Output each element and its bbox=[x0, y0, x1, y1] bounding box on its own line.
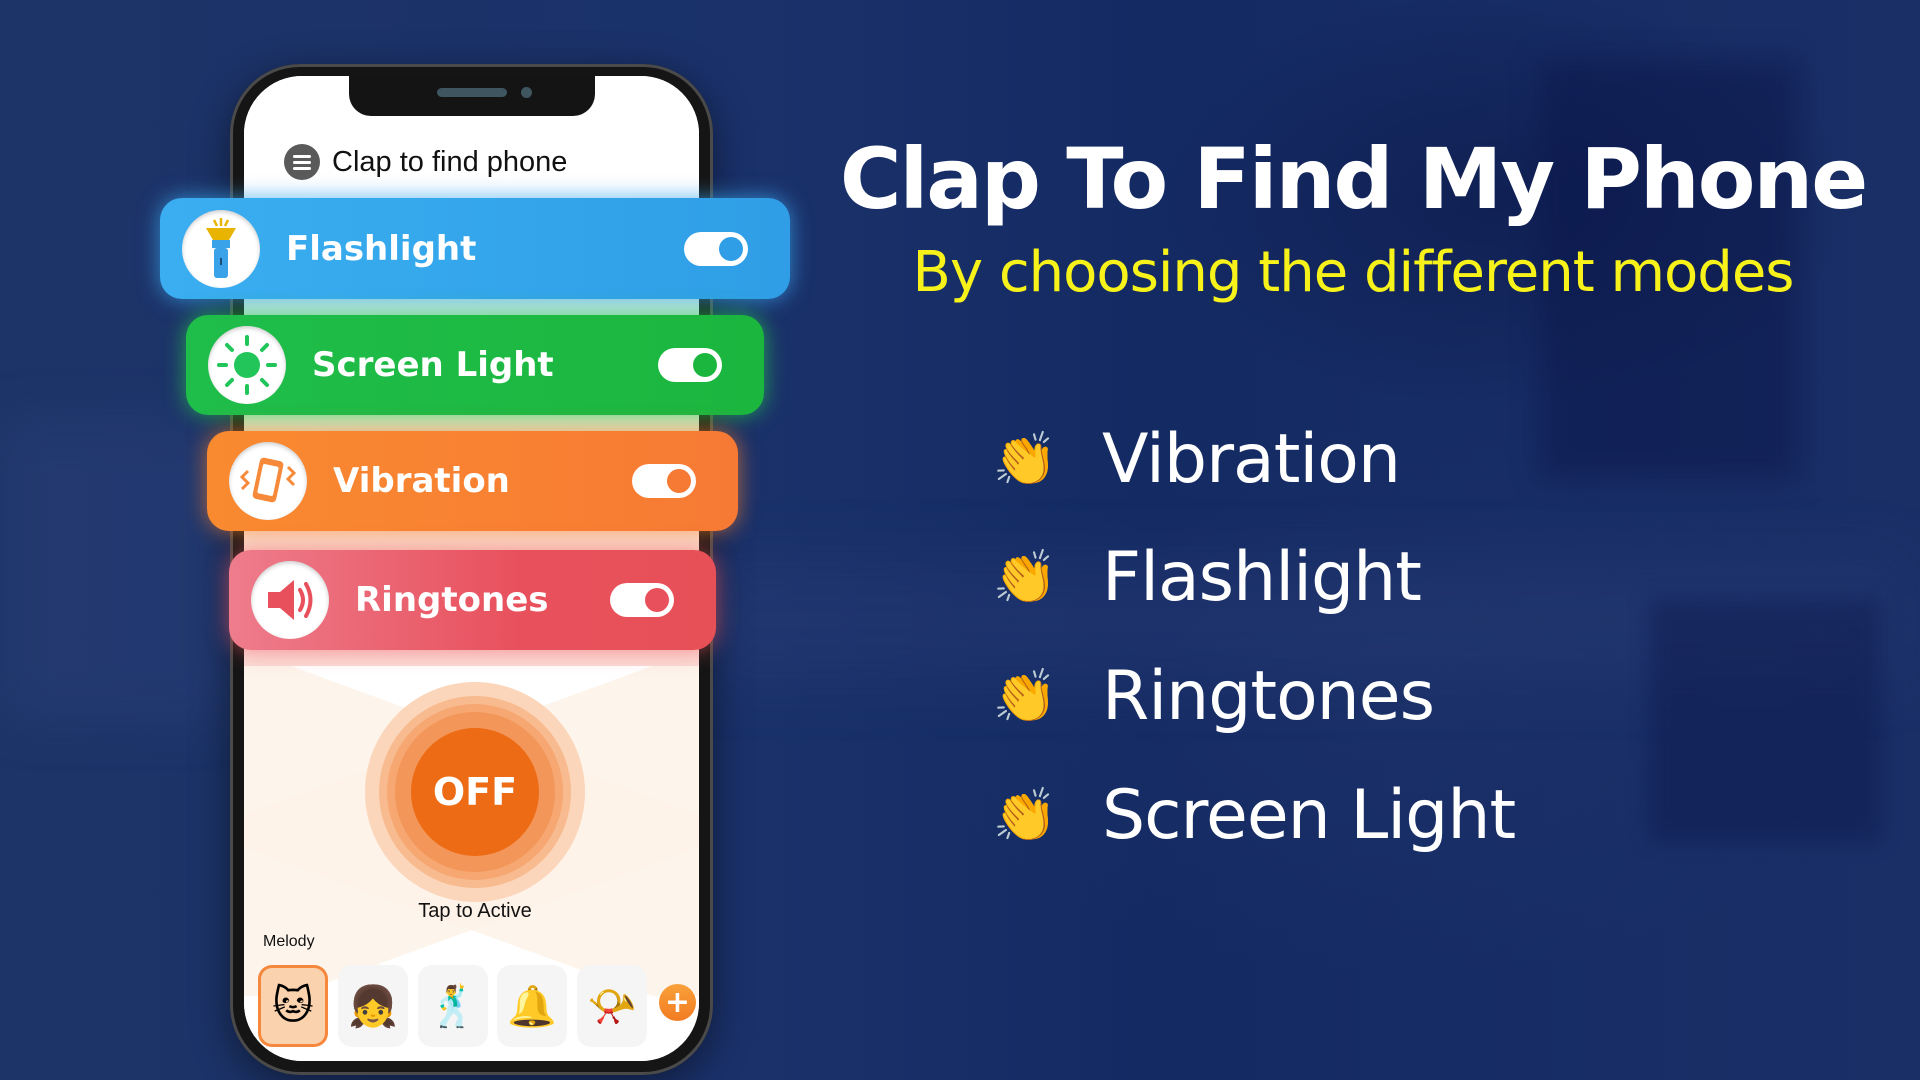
melody-tile-girl[interactable]: 👧 bbox=[338, 965, 408, 1047]
speaker-grille bbox=[437, 88, 507, 97]
flashlight-icon bbox=[182, 209, 260, 288]
phone-notch bbox=[349, 76, 595, 116]
clapping-hands-icon: 👏 bbox=[992, 786, 1058, 846]
melody-section-label: Melody bbox=[263, 933, 315, 950]
front-camera bbox=[521, 87, 532, 98]
add-melody-button[interactable]: + bbox=[659, 984, 696, 1021]
clapping-hands-icon: 👏 bbox=[992, 548, 1058, 608]
clapping-hands-icon: 👏 bbox=[992, 667, 1058, 727]
menu-icon[interactable] bbox=[284, 144, 320, 180]
feature-item-flashlight: 👏 Flashlight bbox=[990, 538, 1422, 617]
clapping-hands-icon: 👏 bbox=[992, 430, 1058, 490]
mode-label: Ringtones bbox=[355, 580, 549, 620]
cat-icon: 🐱 bbox=[272, 983, 314, 1029]
feature-item-screen-light: 👏 Screen Light bbox=[990, 776, 1516, 855]
screen-light-toggle[interactable] bbox=[658, 348, 722, 382]
sun-icon bbox=[208, 326, 286, 404]
app-title: Clap to find phone bbox=[332, 145, 568, 178]
melody-tile-dancing[interactable]: 🕺 bbox=[418, 965, 488, 1047]
mode-card-ringtones[interactable]: Ringtones bbox=[229, 550, 716, 650]
feature-item-ringtones: 👏 Ringtones bbox=[990, 657, 1435, 736]
feature-label: Vibration bbox=[1102, 420, 1401, 499]
whistle-icon: 📯 bbox=[587, 983, 637, 1030]
bell-icon: 🔔 bbox=[507, 983, 557, 1030]
mode-label: Flashlight bbox=[286, 228, 477, 269]
dancing-people-icon: 🕺 bbox=[428, 983, 478, 1030]
feature-label: Ringtones bbox=[1102, 657, 1435, 736]
feature-item-vibration: 👏 Vibration bbox=[990, 420, 1401, 499]
app-header: Clap to find phone bbox=[284, 144, 567, 180]
mode-card-vibration[interactable]: Vibration bbox=[207, 431, 738, 531]
feature-label: Screen Light bbox=[1102, 776, 1516, 855]
mode-card-screen-light[interactable]: Screen Light bbox=[186, 315, 764, 415]
mode-label: Vibration bbox=[333, 461, 510, 501]
background-decoration bbox=[0, 420, 230, 720]
background-decoration bbox=[1650, 600, 1880, 840]
promo-subtitle: By choosing the different modes bbox=[912, 240, 1795, 305]
tap-to-active-hint: Tap to Active bbox=[418, 900, 532, 922]
speaker-icon bbox=[251, 561, 329, 639]
ringtones-toggle[interactable] bbox=[610, 583, 674, 617]
melody-tile-bell[interactable]: 🔔 bbox=[497, 965, 567, 1047]
power-button-label: OFF bbox=[411, 728, 539, 856]
girl-icon: 👧 bbox=[348, 983, 398, 1030]
flashlight-toggle[interactable] bbox=[684, 231, 748, 266]
mode-label: Screen Light bbox=[312, 345, 554, 385]
melody-tile-cat[interactable]: 🐱 bbox=[258, 965, 328, 1047]
promo-title: Clap To Find My Phone bbox=[839, 130, 1868, 228]
vibrating-phone-icon bbox=[229, 442, 307, 520]
mode-card-flashlight[interactable]: Flashlight bbox=[160, 198, 790, 299]
feature-label: Flashlight bbox=[1102, 538, 1422, 617]
plus-icon: + bbox=[664, 984, 691, 1020]
melody-tile-whistle[interactable]: 📯 bbox=[577, 965, 647, 1047]
power-button[interactable]: OFF bbox=[365, 682, 585, 902]
vibration-toggle[interactable] bbox=[632, 464, 696, 498]
